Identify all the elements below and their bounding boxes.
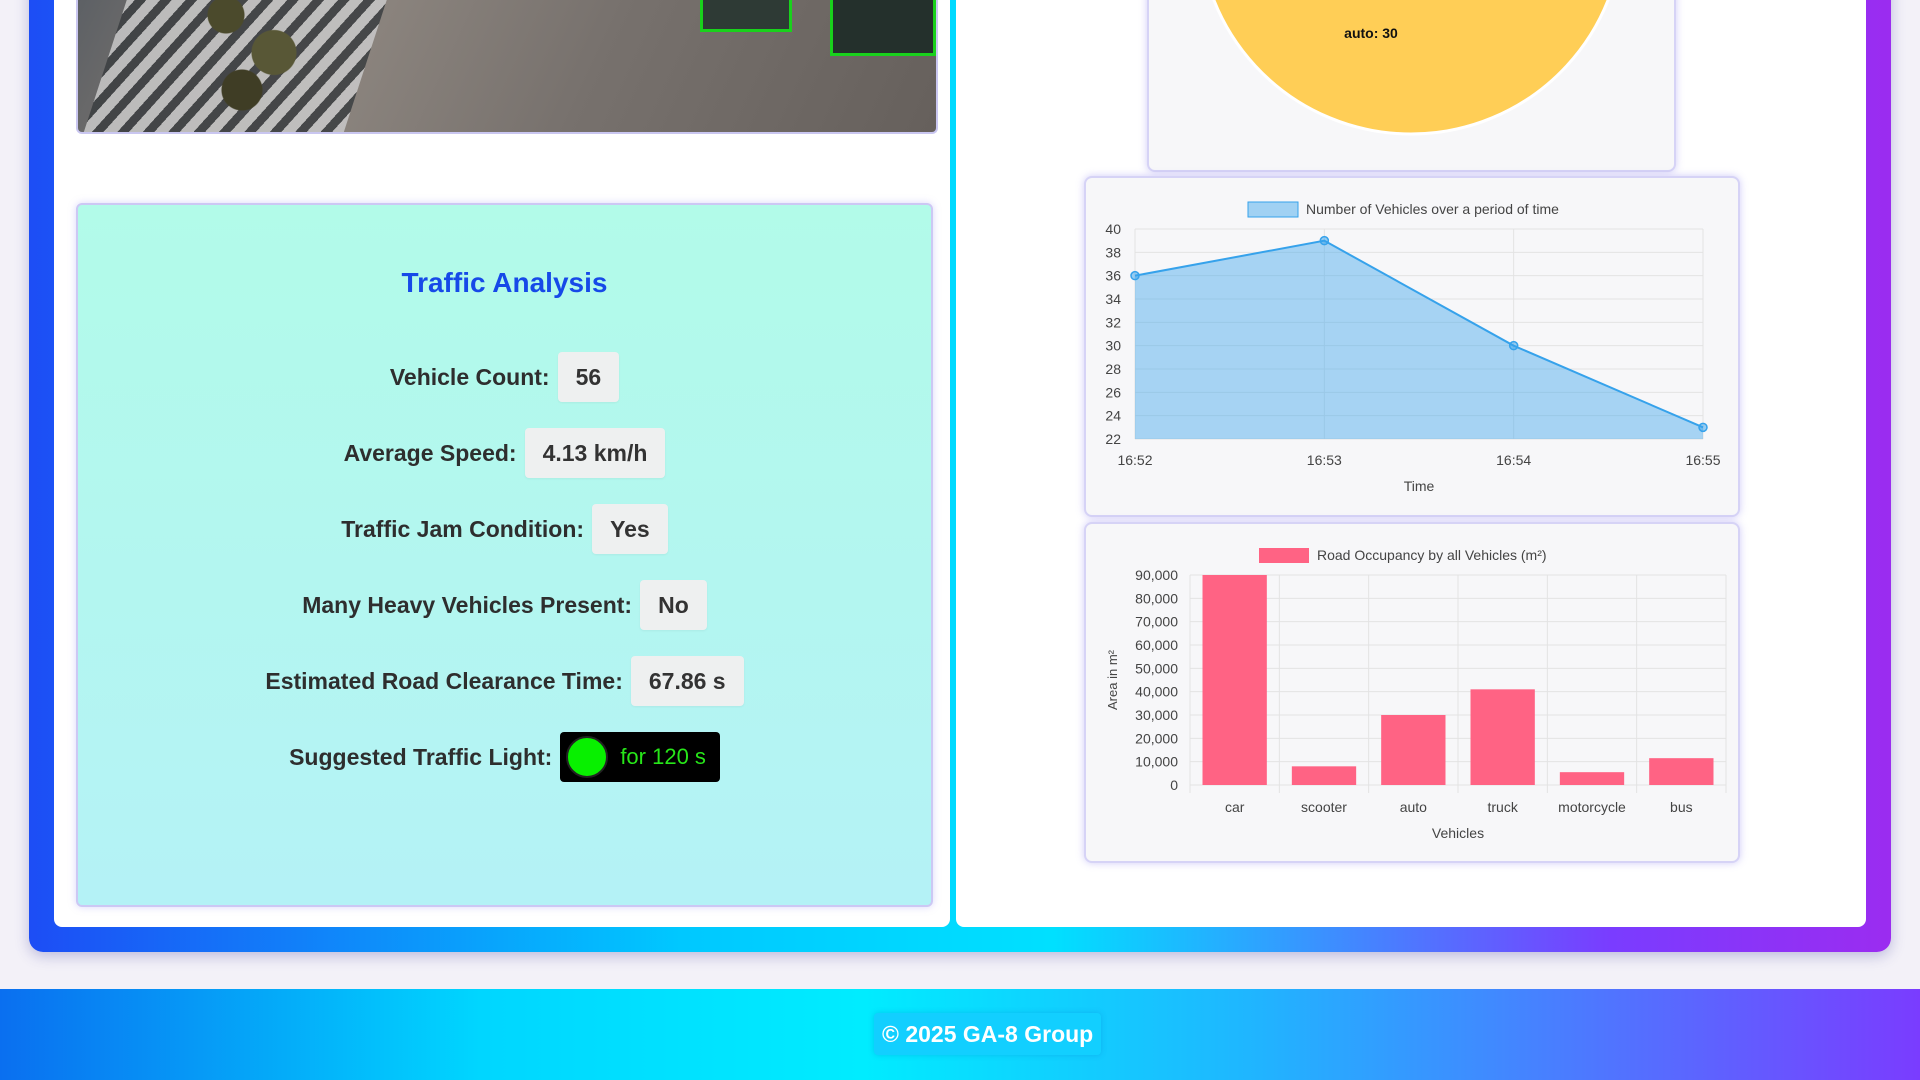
- pie-slice-auto: [1212, 0, 1610, 136]
- detection-box: [830, 0, 936, 56]
- vehicle-count-label: Vehicle Count:: [389, 363, 550, 390]
- average-speed-value: 4.13 km/h: [524, 428, 666, 478]
- data-point: [1319, 235, 1330, 246]
- clearance-time-label: Estimated Road Clearance Time:: [265, 667, 623, 694]
- y-tick-label: 40,000: [1135, 684, 1178, 700]
- y-tick-label: 22: [1105, 431, 1121, 447]
- legend-swatch: [1259, 548, 1309, 563]
- y-tick-label: 80,000: [1135, 590, 1178, 606]
- x-tick-label: truck: [1487, 799, 1518, 815]
- x-axis-title: Vehicles: [1432, 825, 1484, 841]
- pie-data-label: auto: 30: [1344, 25, 1398, 41]
- bar-car: [1202, 575, 1267, 785]
- vehicles-over-time-chart: Number of Vehicles over a period of time…: [1105, 201, 1720, 494]
- data-point: [1698, 422, 1708, 433]
- average-speed-row: Average Speed: 4.13 km/h: [78, 428, 931, 478]
- x-tick-label: 16:53: [1307, 452, 1342, 468]
- vehicle-type-pie-chart: auto: 30scooter: 8: [1212, 0, 1610, 136]
- x-tick-label: 16:55: [1685, 452, 1720, 468]
- heavy-vehicles-row: Many Heavy Vehicles Present: No: [78, 580, 931, 630]
- x-tick-label: car: [1225, 799, 1245, 815]
- y-tick-label: 32: [1105, 314, 1121, 330]
- heavy-vehicles-label: Many Heavy Vehicles Present:: [302, 591, 633, 618]
- y-tick-label: 50,000: [1135, 660, 1178, 676]
- bar-scooter: [1291, 766, 1357, 785]
- legend-swatch: [1247, 201, 1299, 218]
- y-tick-label: 28: [1105, 361, 1121, 377]
- y-tick-label: 90,000: [1135, 567, 1178, 583]
- bar-motorcycle: [1559, 772, 1625, 785]
- traffic-light-indicator: for 120 s: [560, 732, 720, 782]
- traffic-jam-label: Traffic Jam Condition:: [341, 515, 585, 542]
- y-tick-label: 70,000: [1135, 614, 1178, 630]
- y-tick-label: 34: [1105, 291, 1121, 307]
- copyright-text: © 2025 GA-8 Group: [874, 1013, 1102, 1055]
- roadside-bushes: [178, 0, 338, 120]
- x-tick-label: bus: [1670, 799, 1693, 815]
- y-tick-label: 40: [1105, 221, 1121, 237]
- y-tick-label: 0: [1170, 777, 1178, 793]
- bar-bus: [1649, 758, 1714, 785]
- detection-box: [700, 0, 792, 32]
- footer: © 2025 GA-8 Group: [0, 989, 1920, 1080]
- x-tick-label: scooter: [1301, 799, 1347, 815]
- vehicle-count-value: 56: [557, 352, 620, 402]
- data-point: [1130, 270, 1140, 281]
- y-tick-label: 26: [1105, 384, 1121, 400]
- vehicle-count-row: Vehicle Count: 56: [78, 352, 931, 402]
- y-tick-label: 36: [1105, 268, 1121, 284]
- traffic-jam-row: Traffic Jam Condition: Yes: [78, 504, 931, 554]
- bar-truck: [1470, 689, 1535, 785]
- road-occupancy-chart: Road Occupancy by all Vehicles (m²) 90,00…: [1105, 547, 1727, 841]
- x-tick-label: 16:54: [1496, 452, 1531, 468]
- y-tick-label: 60,000: [1135, 637, 1178, 653]
- y-tick-label: 38: [1105, 244, 1121, 260]
- legend-label: Road Occupancy by all Vehicles (m²): [1317, 547, 1547, 563]
- line-chart-card: Number of Vehicles over a period of time…: [1084, 176, 1740, 517]
- traffic-light-row: Suggested Traffic Light: for 120 s: [78, 732, 931, 782]
- area-fill: [1135, 240, 1703, 439]
- x-tick-label: auto: [1400, 799, 1427, 815]
- green-light-icon: [566, 736, 609, 778]
- traffic-light-duration: for 120 s: [620, 744, 706, 769]
- average-speed-label: Average Speed:: [343, 439, 517, 466]
- y-tick-label: 30,000: [1135, 707, 1178, 723]
- y-tick-label: 10,000: [1135, 754, 1178, 770]
- x-tick-label: motorcycle: [1558, 799, 1626, 815]
- video-feed[interactable]: [76, 0, 938, 134]
- legend-label: Number of Vehicles over a period of time: [1306, 201, 1559, 217]
- y-tick-label: 30: [1105, 338, 1121, 354]
- data-point: [1508, 340, 1519, 351]
- traffic-analysis-panel: Traffic Analysis Vehicle Count: 56 Avera…: [76, 203, 933, 907]
- y-tick-label: 24: [1105, 408, 1121, 424]
- bar-auto: [1381, 715, 1446, 785]
- clearance-time-row: Estimated Road Clearance Time: 67.86 s: [78, 656, 931, 706]
- x-axis-title: Time: [1404, 478, 1435, 494]
- traffic-jam-value: Yes: [592, 504, 668, 554]
- y-axis-title: Area in m²: [1105, 649, 1120, 710]
- analysis-title: Traffic Analysis: [401, 267, 608, 298]
- heavy-vehicles-value: No: [640, 580, 707, 630]
- clearance-time-value: 67.86 s: [630, 656, 744, 706]
- x-tick-label: 16:52: [1117, 452, 1152, 468]
- y-tick-label: 20,000: [1135, 730, 1178, 746]
- traffic-light-label: Suggested Traffic Light:: [289, 743, 553, 770]
- bar-chart-card: Road Occupancy by all Vehicles (m²) 90,00…: [1084, 522, 1740, 863]
- pie-chart-card: auto: 30scooter: 8: [1147, 0, 1676, 172]
